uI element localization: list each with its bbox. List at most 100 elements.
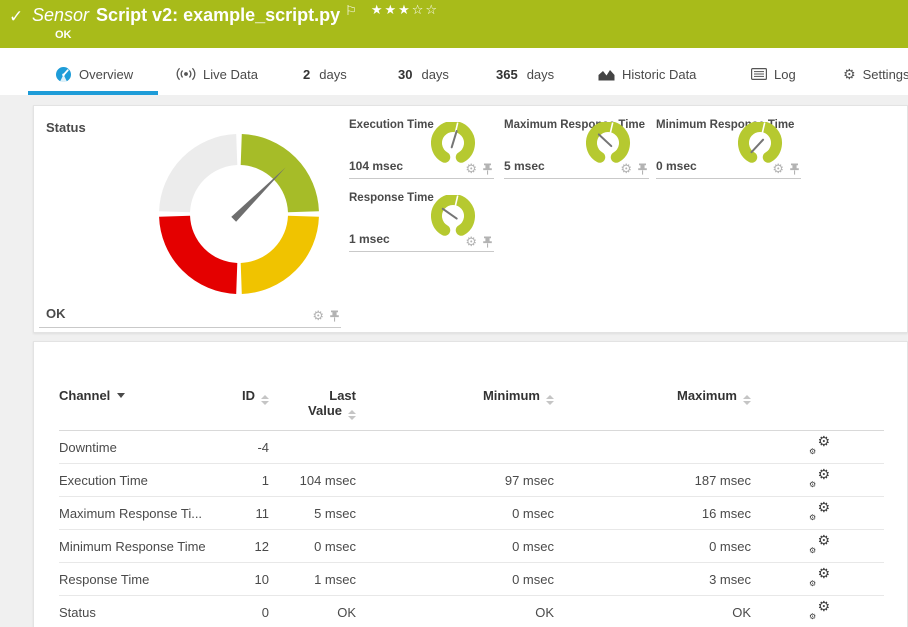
status-gauge-tile[interactable]: Status OK ⚙	[39, 106, 341, 328]
tab-number: 2	[303, 67, 310, 82]
channel-tile-minimum-response-time[interactable]: Minimum Response Time 0 msec ⚙	[656, 116, 801, 179]
channel-table: Channel ID Last Value Minimum Maximum	[59, 388, 884, 627]
tile-gear-icon[interactable]: ⚙	[465, 235, 477, 248]
channel-maximum: 187 msec	[554, 464, 751, 497]
channel-maximum: 0 msec	[554, 530, 751, 563]
channel-id: 10	[219, 563, 269, 596]
tile-gear-icon[interactable]: ⚙	[620, 162, 632, 175]
tab-label: Settings	[863, 67, 908, 82]
channel-id: 0	[219, 596, 269, 627]
channel-settings-icon[interactable]: ⚙⚙	[809, 569, 830, 586]
tile-gear-icon[interactable]: ⚙	[772, 162, 784, 175]
live-data-icon	[176, 67, 196, 81]
channel-table-panel: Channel ID Last Value Minimum Maximum	[33, 341, 908, 627]
tab-number: 30	[398, 67, 412, 82]
table-row-maximum-response-time: Maximum Response Ti... 11 5 msec 0 msec …	[59, 497, 884, 530]
settings-icon: ⚙	[843, 66, 856, 83]
sort-both-icon	[261, 395, 269, 405]
pin-icon[interactable]	[790, 163, 799, 175]
table-row-execution-time: Execution Time 1 104 msec 97 msec 187 ms…	[59, 464, 884, 497]
channel-settings-icon[interactable]: ⚙⚙	[809, 503, 830, 520]
tab-settings[interactable]: ⚙ Settings	[843, 64, 908, 84]
channel-name[interactable]: Status	[59, 596, 219, 627]
gauge-needle	[599, 134, 611, 146]
gauge-needle	[452, 131, 457, 147]
channel-settings-icon[interactable]: ⚙⚙	[809, 437, 830, 454]
status-donut-gauge	[159, 134, 319, 294]
table-row-minimum-response-time: Minimum Response Time 12 0 msec 0 msec 0…	[59, 530, 884, 563]
channel-minimum: OK	[356, 596, 554, 627]
channel-name[interactable]: Response Time	[59, 563, 219, 596]
priority-stars[interactable]: ★★★☆☆	[371, 2, 439, 17]
table-row-status: Status 0 OK OK OK ⚙⚙	[59, 596, 884, 627]
gauge-needle	[231, 165, 288, 222]
channel-name[interactable]: Minimum Response Time	[59, 530, 219, 563]
tab-bar: Overview Live Data 2days 30days 365days	[0, 48, 908, 95]
log-icon	[751, 68, 767, 80]
status-footer-value: OK	[46, 306, 66, 321]
channel-name[interactable]: Execution Time	[59, 464, 219, 497]
sort-both-icon	[348, 410, 356, 420]
channel-settings-icon[interactable]: ⚙⚙	[809, 470, 830, 487]
mini-gauge	[586, 122, 632, 165]
channel-minimum: 97 msec	[356, 464, 554, 497]
pin-icon[interactable]	[638, 163, 647, 175]
channel-id: 1	[219, 464, 269, 497]
channel-maximum: 16 msec	[554, 497, 751, 530]
gauge-needle	[443, 209, 457, 219]
sort-desc-icon	[117, 393, 125, 398]
channel-last-value: 5 msec	[269, 497, 356, 530]
tab-label: Live Data	[203, 67, 258, 82]
channel-id: 11	[219, 497, 269, 530]
tab-2-days[interactable]: 2days	[303, 64, 347, 84]
overview-gauges-panel: Status OK ⚙ Execution Time	[33, 105, 908, 333]
tab-unit: days	[527, 67, 554, 82]
tab-overview[interactable]: Overview	[55, 64, 133, 84]
column-header-id[interactable]: ID	[219, 388, 269, 431]
column-header-maximum[interactable]: Maximum	[554, 388, 751, 431]
channel-maximum	[554, 431, 751, 464]
status-tile-title: Status	[46, 120, 86, 135]
mini-tile-title: Response Time	[349, 192, 434, 204]
pin-icon[interactable]	[483, 236, 492, 248]
mini-tile-value: 1 msec	[349, 232, 390, 246]
tile-gear-icon[interactable]: ⚙	[465, 162, 477, 175]
channel-maximum: 3 msec	[554, 563, 751, 596]
sort-both-icon	[546, 395, 554, 405]
gauge-icon	[55, 66, 72, 83]
pin-icon[interactable]	[330, 310, 339, 322]
gauge-needle	[751, 140, 763, 152]
tab-365-days[interactable]: 365days	[496, 64, 554, 84]
tab-30-days[interactable]: 30days	[398, 64, 449, 84]
tab-historic-data[interactable]: Historic Data	[598, 64, 696, 84]
sensor-title: Script v2: example_script.py	[96, 5, 340, 25]
mini-tile-value: 104 msec	[349, 159, 403, 173]
ok-check-icon: ✓	[9, 7, 23, 27]
channel-id: 12	[219, 530, 269, 563]
channel-tile-maximum-response-time[interactable]: Maximum Response Time 5 msec ⚙	[504, 116, 649, 179]
channel-tile-response-time[interactable]: Response Time 1 msec ⚙	[349, 189, 494, 252]
tile-gear-icon[interactable]: ⚙	[312, 309, 324, 322]
sensor-header: ✓ SensorScript v2: example_script.py⚐★★★…	[0, 0, 908, 48]
mini-tile-title: Execution Time	[349, 119, 434, 131]
channel-name[interactable]: Downtime	[59, 431, 219, 464]
table-row-downtime: Downtime -4 ⚙⚙	[59, 431, 884, 464]
pin-icon[interactable]	[483, 163, 492, 175]
flag-icon[interactable]: ⚐	[345, 3, 357, 18]
channel-maximum: OK	[554, 596, 751, 627]
tab-label: Overview	[79, 67, 133, 82]
column-header-minimum[interactable]: Minimum	[356, 388, 554, 431]
active-tab-indicator	[28, 91, 158, 95]
channel-name[interactable]: Maximum Response Ti...	[59, 497, 219, 530]
channel-settings-icon[interactable]: ⚙⚙	[809, 602, 830, 619]
column-header-channel[interactable]: Channel	[59, 388, 219, 431]
prtg-sensor-screen: ✓ SensorScript v2: example_script.py⚐★★★…	[0, 0, 908, 627]
channel-last-value: 0 msec	[269, 530, 356, 563]
table-row-response-time: Response Time 10 1 msec 0 msec 3 msec ⚙⚙	[59, 563, 884, 596]
channel-last-value: OK	[269, 596, 356, 627]
column-header-last-value[interactable]: Last Value	[269, 388, 356, 431]
channel-settings-icon[interactable]: ⚙⚙	[809, 536, 830, 553]
tab-live-data[interactable]: Live Data	[176, 64, 258, 84]
channel-tile-execution-time[interactable]: Execution Time 104 msec ⚙	[349, 116, 494, 179]
tab-log[interactable]: Log	[751, 64, 796, 84]
